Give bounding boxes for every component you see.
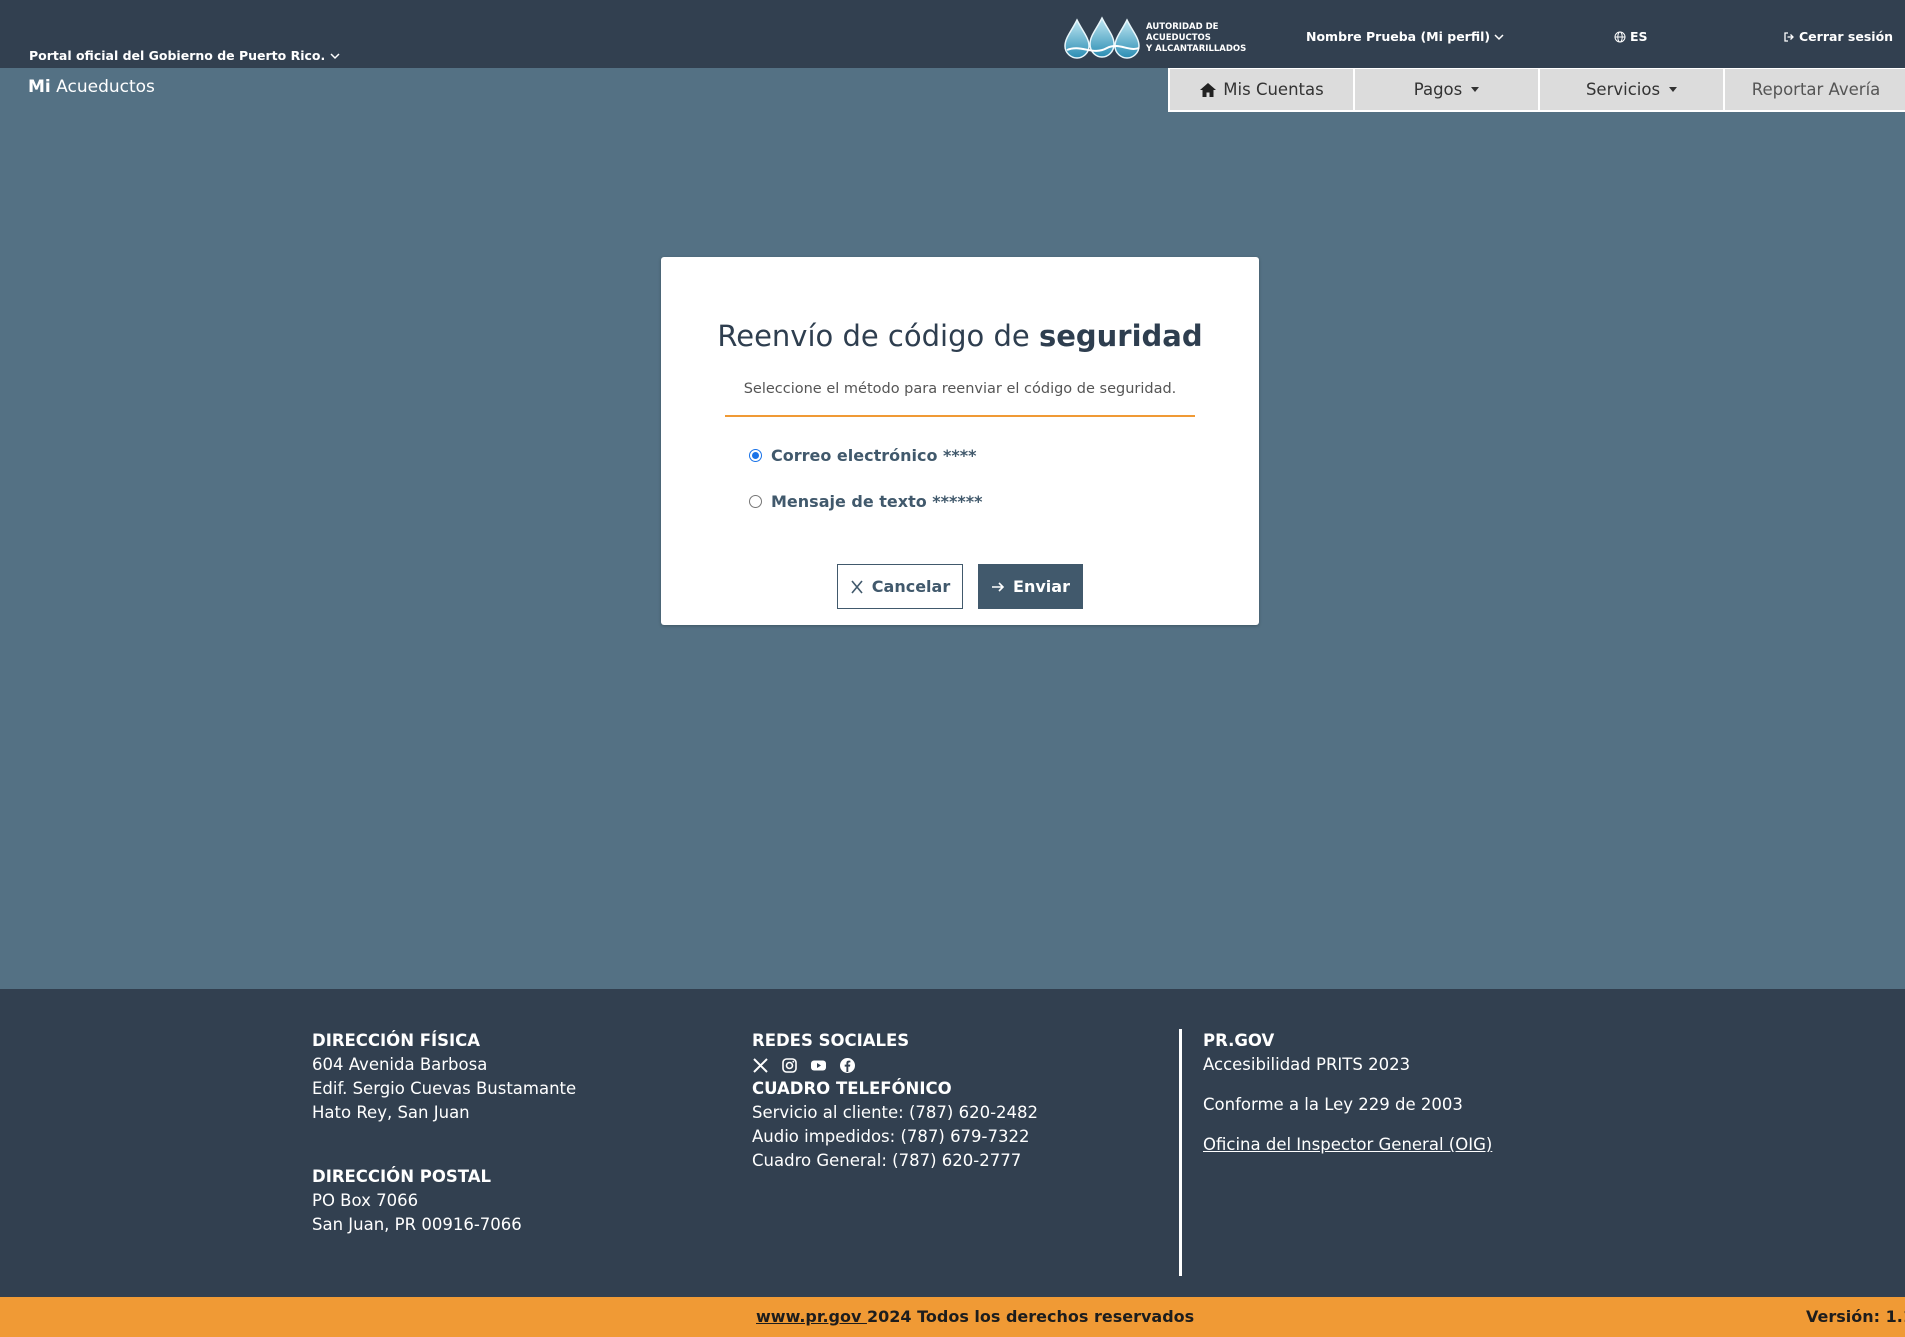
option-sms[interactable]: Mensaje de texto ****** xyxy=(749,492,983,511)
footer-prgov-column: PR.GOV Accesibilidad PRITS 2023 Conforme… xyxy=(1203,1029,1492,1173)
sms-radio[interactable] xyxy=(749,495,762,508)
postal-address-line: PO Box 7066 xyxy=(312,1191,419,1210)
brand-name: Acueductos xyxy=(56,77,155,97)
version-text: Versión: 1.1.0 xyxy=(1806,1307,1905,1326)
social-heading: REDES SOCIALES xyxy=(752,1031,910,1050)
top-bar: Portal oficial del Gobierno de Puerto Ri… xyxy=(0,0,1905,68)
main-nav: Mis Cuentas Pagos Servicios Reportar Ave… xyxy=(1168,68,1905,112)
physical-address-heading: DIRECCIÓN FÍSICA xyxy=(312,1031,481,1050)
caret-down-icon xyxy=(1471,87,1480,92)
logo-line-1: AUTORIDAD DE ACUEDUCTOS xyxy=(1146,21,1219,43)
physical-address-line: 604 Avenida Barbosa xyxy=(312,1055,488,1074)
dialog-title: Reenvío de código de seguridad xyxy=(661,319,1259,353)
footer-contact-column: REDES SOCIALES CUADRO TELEFÓNICO Servici… xyxy=(752,1029,1038,1173)
send-button[interactable]: Enviar xyxy=(978,564,1083,609)
oig-link[interactable]: Oficina del Inspector General (OIG) xyxy=(1203,1135,1492,1154)
logout-link[interactable]: Cerrar sesión xyxy=(1783,29,1893,44)
profile-label: Nombre Prueba (Mi perfil) xyxy=(1306,29,1491,44)
social-icons xyxy=(752,1053,1038,1077)
cancel-button-label: Cancelar xyxy=(871,577,951,596)
option-email-label: Correo electrónico **** xyxy=(771,446,977,465)
logo-line-2: Y ALCANTARILLADOS xyxy=(1146,43,1247,54)
send-button-label: Enviar xyxy=(1013,577,1070,596)
footer: DIRECCIÓN FÍSICA 604 Avenida Barbosa Edi… xyxy=(0,989,1905,1297)
physical-address-line: Hato Rey, San Juan xyxy=(312,1103,470,1122)
gov-portal-label: Portal oficial del Gobierno de Puerto Ri… xyxy=(29,48,326,63)
email-radio[interactable] xyxy=(749,449,762,462)
rights-text: 2024 Todos los derechos reservados xyxy=(866,1307,1195,1326)
phone-line: Audio impedidos: (787) 679-7322 xyxy=(752,1127,1030,1146)
phone-heading: CUADRO TELEFÓNICO xyxy=(752,1079,952,1098)
law-text: Conforme a la Ley 229 de 2003 xyxy=(1203,1095,1463,1114)
dialog-title-bold: seguridad xyxy=(1038,319,1203,353)
phone-line: Cuadro General: (787) 620-2777 xyxy=(752,1151,1022,1170)
nav-reportar-averia-label: Reportar Avería xyxy=(1751,80,1881,99)
facebook-icon[interactable] xyxy=(839,1057,856,1074)
home-icon xyxy=(1200,82,1217,97)
physical-address-line: Edif. Sergio Cuevas Bustamante xyxy=(312,1079,577,1098)
logout-icon xyxy=(1784,31,1794,42)
nav-pagos[interactable]: Pagos xyxy=(1353,68,1540,112)
resend-code-dialog: Reenvío de código de seguridad Seleccion… xyxy=(661,257,1259,625)
brand-prefix: Mi xyxy=(28,77,51,97)
option-sms-label: Mensaje de texto ****** xyxy=(771,492,983,511)
aaa-logo[interactable]: AUTORIDAD DE ACUEDUCTOS Y ALCANTARILLADO… xyxy=(1063,16,1286,60)
option-email[interactable]: Correo electrónico **** xyxy=(749,446,977,465)
accessibility-text: Accesibilidad PRITS 2023 xyxy=(1203,1055,1411,1074)
cancel-button[interactable]: Cancelar xyxy=(837,564,963,609)
arrow-right-icon xyxy=(992,581,1005,592)
gov-portal-link[interactable]: Portal oficial del Gobierno de Puerto Ri… xyxy=(29,48,341,63)
water-drops-logo-icon xyxy=(1064,16,1140,59)
instagram-icon[interactable] xyxy=(781,1057,798,1074)
copyright-bar: www.pr.gov 2024 Todos los derechos reser… xyxy=(0,1297,1905,1337)
site-brand[interactable]: Mi Acueductos xyxy=(28,77,155,97)
postal-address-line: San Juan, PR 00916-7066 xyxy=(312,1215,522,1234)
logout-label: Cerrar sesión xyxy=(1799,29,1894,44)
dialog-title-regular: Reenvío de código de xyxy=(717,319,1039,353)
globe-icon xyxy=(1614,31,1626,42)
x-icon[interactable] xyxy=(752,1057,769,1074)
prgov-heading: PR.GOV xyxy=(1203,1031,1275,1050)
nav-mis-cuentas[interactable]: Mis Cuentas xyxy=(1168,68,1355,112)
language-label: ES xyxy=(1630,29,1648,44)
phone-line: Servicio al cliente: (787) 620-2482 xyxy=(752,1103,1039,1122)
logo-text: AUTORIDAD DE ACUEDUCTOS Y ALCANTARILLADO… xyxy=(1146,22,1286,55)
nav-reportar-averia[interactable]: Reportar Avería xyxy=(1723,68,1905,112)
nav-servicios[interactable]: Servicios xyxy=(1538,68,1725,112)
postal-address-heading: DIRECCIÓN POSTAL xyxy=(312,1167,492,1186)
footer-address-column: DIRECCIÓN FÍSICA 604 Avenida Barbosa Edi… xyxy=(312,1029,576,1237)
youtube-icon[interactable] xyxy=(810,1057,827,1074)
nav-servicios-label: Servicios xyxy=(1585,80,1661,99)
dialog-subtitle: Seleccione el método para reenviar el có… xyxy=(725,381,1195,417)
prgov-site-link[interactable]: www.pr.gov xyxy=(756,1307,867,1326)
language-selector[interactable]: ES xyxy=(1614,29,1648,44)
chevron-down-icon xyxy=(330,52,340,59)
nav-pagos-label: Pagos xyxy=(1413,80,1463,99)
copyright-text: www.pr.gov 2024 Todos los derechos reser… xyxy=(756,1307,1194,1326)
chevron-down-icon xyxy=(1494,33,1504,40)
close-icon xyxy=(851,579,863,594)
profile-menu[interactable]: Nombre Prueba (Mi perfil) xyxy=(1306,29,1505,44)
caret-down-icon xyxy=(1669,87,1678,92)
footer-divider xyxy=(1179,1029,1182,1276)
nav-mis-cuentas-label: Mis Cuentas xyxy=(1223,80,1324,99)
